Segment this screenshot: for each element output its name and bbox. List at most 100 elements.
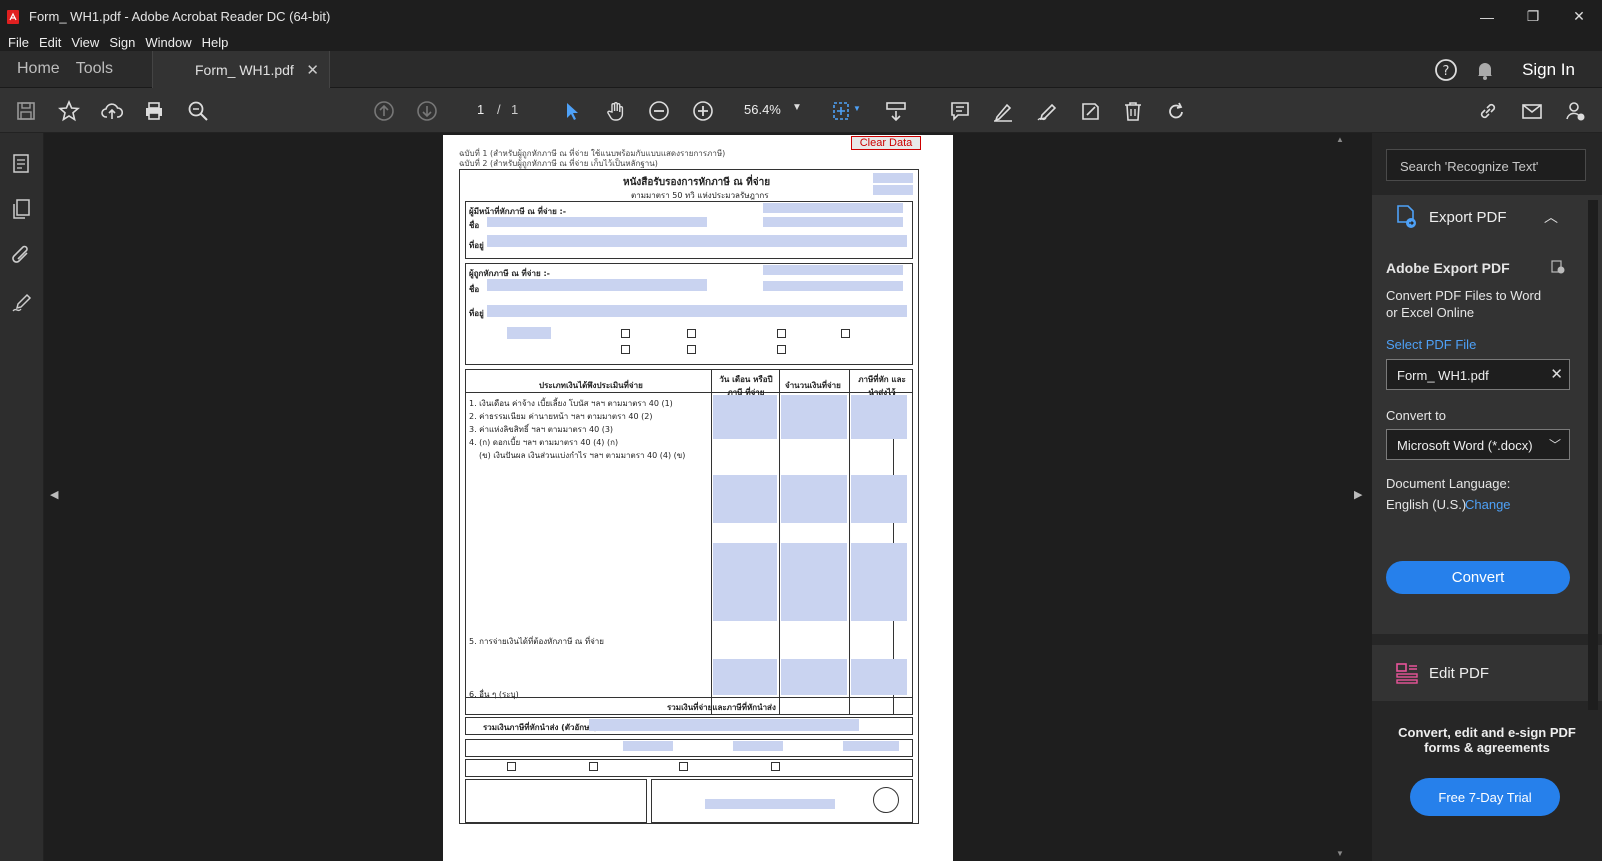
menu-file[interactable]: File — [8, 35, 29, 50]
attachments-paperclip-icon[interactable] — [10, 243, 34, 267]
share-link-icon[interactable] — [1475, 98, 1501, 124]
copy-pages-icon[interactable] — [10, 197, 34, 221]
scroll-mode-icon[interactable] — [883, 98, 909, 124]
payee-name-field[interactable] — [487, 279, 707, 291]
zoom-out-icon[interactable] — [646, 98, 672, 124]
checkbox-pnd2a[interactable] — [621, 345, 630, 354]
notifications-bell-icon[interactable] — [1474, 59, 1496, 81]
checkbox-pnd3a[interactable] — [687, 345, 696, 354]
delete-trash-icon[interactable] — [1120, 98, 1146, 124]
payee-taxpayer-id-field[interactable] — [763, 281, 903, 291]
amount-fields-group-4[interactable] — [781, 659, 847, 695]
checkbox-withhold[interactable] — [507, 762, 516, 771]
tab-home[interactable]: Home — [17, 60, 60, 78]
zoom-level-select[interactable]: 56.4% — [744, 102, 781, 117]
amount-fields-group-3[interactable] — [781, 543, 847, 621]
menu-sign[interactable]: Sign — [109, 35, 135, 50]
minimize-button[interactable]: — — [1464, 0, 1510, 33]
find-zoom-icon[interactable] — [185, 98, 211, 124]
tax-fields-group-1[interactable] — [851, 395, 907, 439]
export-info-icon[interactable] — [1550, 259, 1566, 275]
date-fields-group-3[interactable] — [713, 543, 777, 621]
checkbox-pnd3[interactable] — [841, 329, 850, 338]
page-number-input[interactable]: 1 — [477, 102, 484, 117]
date-fields-group-1[interactable] — [713, 395, 777, 439]
save-icon[interactable] — [13, 98, 39, 124]
select-cursor-icon[interactable] — [559, 98, 585, 124]
checkbox-pnd1a-special[interactable] — [687, 329, 696, 338]
collapse-left-panel-icon[interactable]: ◀ — [50, 488, 60, 502]
serial-number-field[interactable] — [873, 185, 913, 195]
tax-fields-group-3[interactable] — [851, 543, 907, 621]
add-user-share-icon[interactable] — [1562, 98, 1588, 124]
payer-address-field[interactable] — [487, 235, 907, 247]
tax-fields-group-4[interactable] — [851, 659, 907, 695]
zoom-in-icon[interactable] — [690, 98, 716, 124]
tax-fields-group-2[interactable] — [851, 475, 907, 523]
right-panel-scrollbar[interactable] — [1588, 200, 1598, 710]
tools-search-input[interactable]: Search 'Recognize Text' — [1386, 149, 1586, 181]
signature-date-field[interactable] — [705, 799, 835, 809]
payee-address-field[interactable] — [487, 305, 907, 317]
amount-fields-group-2[interactable] — [781, 475, 847, 523]
help-icon[interactable]: ? — [1434, 58, 1458, 82]
payee-tax-id-field[interactable] — [763, 265, 903, 275]
fill-sign-icon[interactable] — [1034, 98, 1060, 124]
scroll-up-arrow-icon[interactable]: ▲ — [1336, 135, 1344, 144]
clear-data-button[interactable]: Clear Data — [851, 136, 921, 150]
tab-document[interactable]: Form_ WH1.pdf ✕ — [152, 51, 330, 88]
fit-page-icon[interactable] — [828, 98, 854, 124]
fit-dropdown-chevron-icon[interactable]: ▼ — [853, 104, 861, 113]
menu-help[interactable]: Help — [202, 35, 229, 50]
collapse-right-panel-icon[interactable]: ▶ — [1354, 488, 1362, 501]
close-window-button[interactable]: ✕ — [1556, 0, 1602, 33]
change-language-link[interactable]: Change — [1465, 497, 1511, 512]
upload-cloud-icon[interactable] — [99, 98, 125, 124]
menu-view[interactable]: View — [71, 35, 99, 50]
select-pdf-file-link[interactable]: Select PDF File — [1386, 337, 1476, 352]
email-envelope-icon[interactable] — [1519, 98, 1545, 124]
signatures-pen-icon[interactable] — [10, 290, 34, 314]
bookmark-star-icon[interactable] — [56, 98, 82, 124]
sign-in-button[interactable]: Sign In — [1522, 60, 1575, 80]
checkbox-pnd53[interactable] — [777, 345, 786, 354]
book-number-field[interactable] — [873, 173, 913, 183]
document-scrollbar[interactable]: ▲ ▼ — [1334, 133, 1346, 861]
free-trial-button[interactable]: Free 7-Day Trial — [1410, 778, 1560, 816]
comment-icon[interactable] — [947, 98, 973, 124]
clear-file-close-icon[interactable]: ✕ — [1550, 365, 1563, 383]
total-text-field[interactable] — [589, 719, 859, 731]
export-pdf-header[interactable]: Export PDF ︿ — [1372, 195, 1602, 239]
pvd-field[interactable] — [843, 741, 899, 751]
selected-file-field[interactable]: Form_ WH1.pdf ✕ — [1386, 359, 1570, 390]
payer-name-field[interactable] — [487, 217, 707, 227]
convert-button[interactable]: Convert — [1386, 561, 1570, 594]
menu-window[interactable]: Window — [145, 35, 191, 50]
hand-tool-icon[interactable] — [603, 98, 629, 124]
sso-field[interactable] — [733, 741, 783, 751]
date-fields-group-2[interactable] — [713, 475, 777, 523]
highlight-pen-icon[interactable] — [990, 98, 1016, 124]
menu-edit[interactable]: Edit — [39, 35, 61, 50]
previous-page-icon[interactable] — [371, 98, 397, 124]
checkbox-pnd1a[interactable] — [621, 329, 630, 338]
date-fields-group-4[interactable] — [713, 659, 777, 695]
convert-to-select[interactable]: Microsoft Word (*.docx) ﹀ — [1386, 429, 1570, 460]
zoom-dropdown-chevron-icon[interactable]: ▼ — [792, 102, 802, 113]
scroll-down-arrow-icon[interactable]: ▼ — [1336, 849, 1344, 858]
payer-tax-id-field[interactable] — [763, 203, 903, 213]
sequence-number-field[interactable] — [507, 327, 551, 339]
collapse-export-chevron-icon[interactable]: ︿ — [1544, 207, 1558, 227]
page-thumbnails-icon[interactable] — [10, 152, 34, 176]
rotate-icon[interactable] — [1163, 98, 1189, 124]
checkbox-pay-once[interactable] — [679, 762, 688, 771]
close-tab-icon[interactable]: ✕ — [306, 61, 319, 79]
checkbox-pnd2[interactable] — [777, 329, 786, 338]
gpf-field[interactable] — [623, 741, 673, 751]
print-icon[interactable] — [141, 98, 167, 124]
checkbox-pay-always[interactable] — [589, 762, 598, 771]
maximize-button[interactable]: ❐ — [1510, 0, 1556, 33]
tab-tools[interactable]: Tools — [76, 60, 113, 78]
next-page-icon[interactable] — [414, 98, 440, 124]
edit-pdf-tool[interactable]: Edit PDF — [1372, 645, 1602, 701]
